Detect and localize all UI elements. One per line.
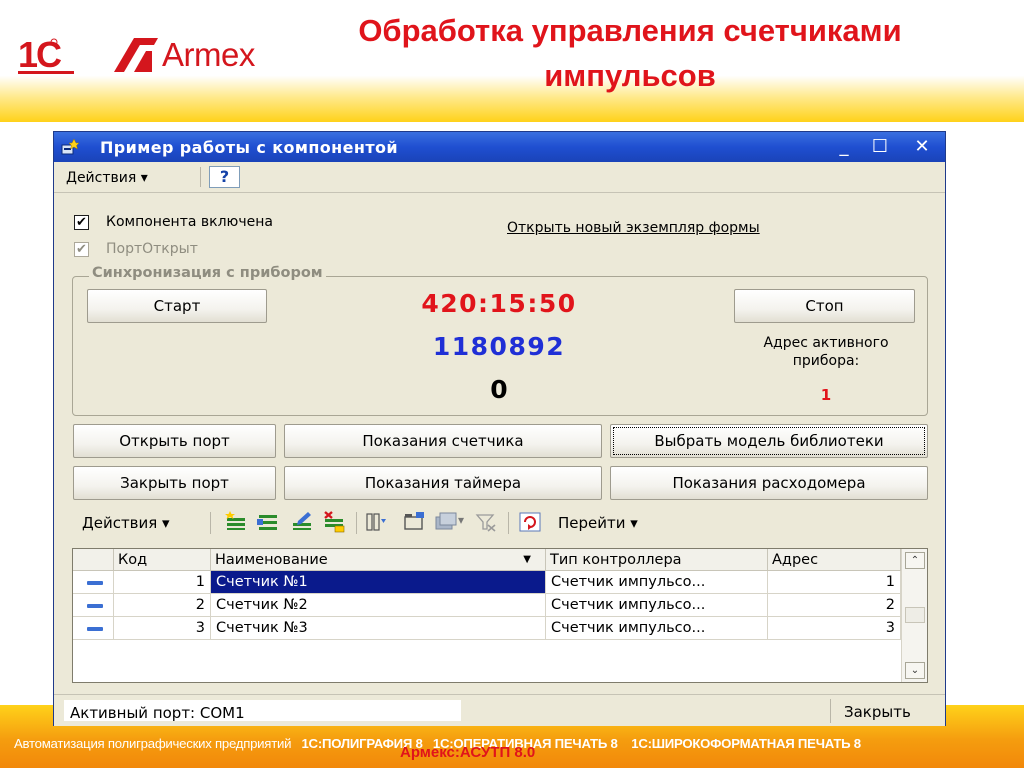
row-marker-icon [87,581,103,585]
window-title: Пример работы с компонентой [100,138,399,157]
title-bar[interactable]: Пример работы с компонентой _ ☐ ✕ [54,132,945,162]
component-enabled-checkbox[interactable]: ✔ [74,215,89,230]
table-cell-type[interactable]: Счетчик импульсо... [546,571,768,594]
table-cell-code[interactable]: 1 [114,571,211,594]
component-enabled-label: Компонента включена [106,214,273,230]
row-marker-icon [87,627,103,631]
open-new-form-link[interactable]: Открыть новый экземпляр формы [507,220,760,236]
filter-icon[interactable] [364,511,388,533]
table-row-marker-cell[interactable] [73,594,114,617]
table-cell-type[interactable]: Счетчик импульсо... [546,617,768,640]
logo-underline [18,71,74,74]
toolbar-separator [210,512,211,534]
edit-row-icon[interactable] [290,511,314,533]
port-open-checkbox[interactable]: ✔ [74,242,89,257]
maximize-button[interactable]: ☐ [868,136,892,158]
table-row-marker-cell[interactable] [73,617,114,640]
slide-header: 1С Armex Обработка управления счетчиками… [0,0,1024,122]
footer-left: Автоматизация полиграфических предприяти… [14,736,292,751]
close-port-button[interactable]: Закрыть порт [73,466,276,500]
active-address-value: 1 [820,386,832,404]
menu-actions[interactable]: Действия ▾ [66,170,148,186]
menu-separator [200,167,201,187]
start-button[interactable]: Старт [87,289,267,323]
timer-value: 420:15:50 [421,289,577,318]
help-button[interactable]: ? [209,166,240,188]
select-library-button[interactable]: Выбрать модель библиотеки [610,424,928,458]
form-icon [61,139,79,155]
grid-toolbar: Действия ▾ ▾ Перейти ▾ [72,508,932,538]
list-icon[interactable] [434,511,458,533]
table-cell-address[interactable]: 1 [768,571,901,594]
table-header-code[interactable]: Код [114,549,211,571]
form-window: Пример работы с компонентой _ ☐ ✕ Действ… [53,131,946,726]
table-header-name-label: Наименование [215,552,328,568]
toolbar-separator [356,512,357,534]
table-header-address[interactable]: Адрес [768,549,901,571]
scroll-down-button[interactable]: ⌄ [905,662,925,679]
active-address-label: Адрес активного прибора: [763,335,889,369]
slide-title: Обработка управления счетчиками импульсо… [358,13,902,93]
toolbar-actions-menu[interactable]: Действия ▾ [82,514,170,532]
sync-group-legend: Синхронизация с прибором [89,265,326,281]
scroll-up-button[interactable]: ⌃ [905,552,925,569]
copy-row-icon[interactable] [256,511,280,533]
minimize-button[interactable]: _ [832,136,856,158]
status-separator [830,699,831,723]
table-header-marker [73,549,114,571]
counter-value: 1180892 [432,332,566,361]
zero-value: 0 [490,375,508,404]
footer-product-3: 1С:ШИРОКОФОРМАТНАЯ ПЕЧАТЬ 8 [631,736,861,751]
list-dropdown-arrow[interactable]: ▾ [458,513,464,527]
flowmeter-readings-button[interactable]: Показания расходомера [610,466,928,500]
registered-mark [50,38,58,46]
table-cell-name[interactable]: Счетчик №2 [211,594,546,617]
table-cell-name[interactable]: Счетчик №1 [211,571,546,594]
row-marker-icon [87,604,103,608]
toolbar-goto-menu[interactable]: Перейти ▾ [558,514,638,532]
toolbar-separator [508,512,509,534]
table-cell-type[interactable]: Счетчик импульсо... [546,594,768,617]
add-row-icon[interactable] [224,511,248,533]
refresh-icon[interactable] [518,511,542,533]
table-cell-code[interactable]: 3 [114,617,211,640]
table-cell-code[interactable]: 2 [114,594,211,617]
logo-armex-text: Armex [162,36,255,73]
counters-table: Код Наименование ▼ Тип контроллера Адрес… [72,548,928,683]
table-header-name[interactable]: Наименование ▼ [211,549,546,571]
open-port-button[interactable]: Открыть порт [73,424,276,458]
active-port-status: Активный порт: COM1 [70,704,245,722]
status-bar: Активный порт: COM1 Закрыть [54,694,945,726]
table-cell-address[interactable]: 2 [768,594,901,617]
table-scrollbar[interactable]: ⌃ ⌄ [901,549,927,682]
armex-mark-icon [114,38,158,72]
footer-sub: Армекс:АСУТП 8.0 [400,744,536,761]
table-cell-address[interactable]: 3 [768,617,901,640]
clear-filter-icon[interactable] [474,511,498,533]
table-row-marker-cell[interactable] [73,571,114,594]
stop-button[interactable]: Стоп [734,289,915,323]
sort-desc-icon: ▼ [523,554,531,565]
delete-row-icon[interactable] [322,511,346,533]
table-cell-name[interactable]: Счетчик №3 [211,617,546,640]
table-header-type[interactable]: Тип контроллера [546,549,768,571]
port-open-label: ПортОткрыт [106,241,198,257]
close-window-button[interactable]: ✕ [910,136,934,158]
meter-readings-button[interactable]: Показания счетчика [284,424,602,458]
scroll-thumb[interactable] [905,607,925,623]
menu-bar: Действия ▾ ? [54,162,945,193]
timer-readings-button[interactable]: Показания таймера [284,466,602,500]
logo-1c: 1С [18,37,74,74]
folder-icon[interactable] [402,511,426,533]
close-form-button[interactable]: Закрыть [844,703,911,721]
